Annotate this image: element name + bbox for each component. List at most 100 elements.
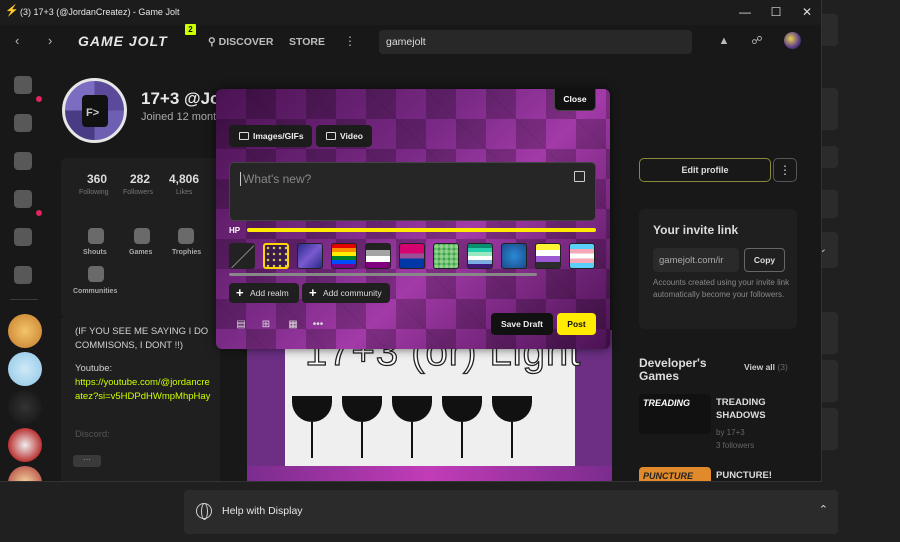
- community-avatar[interactable]: [8, 428, 42, 462]
- community-avatar[interactable]: [8, 314, 42, 348]
- user-avatar-menu[interactable]: [784, 32, 801, 49]
- view-all-link[interactable]: View all (3): [744, 362, 788, 372]
- background-nonbinary-swatch[interactable]: [535, 243, 561, 269]
- background-galaxy-swatch[interactable]: [297, 243, 323, 269]
- plus-icon: +: [236, 285, 244, 300]
- minimize-button[interactable]: —: [730, 2, 760, 22]
- background-card: [822, 190, 838, 218]
- notification-dot: [36, 210, 42, 216]
- bio-text: (IF YOU SEE ME SAYING I DO COMMISONS, I …: [75, 326, 209, 351]
- community-avatar[interactable]: [8, 466, 42, 481]
- bell-icon[interactable]: ▲: [717, 34, 731, 48]
- trophies-icon[interactable]: [178, 228, 194, 244]
- background-trans-swatch[interactable]: [569, 243, 595, 269]
- close-modal-button[interactable]: Close: [554, 89, 596, 111]
- top-nav: ‹ › GAME JOLT 2 ⚲ DISCOVER STORE ⋮ gamej…: [0, 24, 821, 59]
- shouts-label[interactable]: Shouts: [83, 249, 107, 256]
- character-leg: [411, 422, 413, 458]
- search-input[interactable]: gamejolt: [379, 30, 692, 54]
- poll-icon[interactable]: ⊞: [259, 318, 273, 332]
- following-count[interactable]: 360: [87, 172, 107, 186]
- chevron-up-icon[interactable]: ⌃: [819, 503, 828, 516]
- forward-button[interactable]: ›: [48, 33, 52, 49]
- image-icon: [239, 132, 249, 140]
- copy-button[interactable]: Copy: [744, 248, 785, 272]
- edit-profile-button[interactable]: Edit profile: [639, 158, 771, 182]
- likes-count[interactable]: 4,806: [169, 172, 199, 186]
- activity-icon[interactable]: [14, 76, 32, 94]
- article-icon[interactable]: ▤: [234, 318, 248, 332]
- background-mlm-swatch[interactable]: [467, 243, 493, 269]
- shouts-icon[interactable]: [88, 228, 104, 244]
- game-title[interactable]: TREADING SHADOWS: [716, 396, 786, 422]
- invite-link-field[interactable]: gamejolt.com/ir: [653, 248, 739, 272]
- logo-notification-badge: 2: [185, 24, 196, 35]
- background-card: [822, 14, 838, 46]
- games-icon[interactable]: [134, 228, 150, 244]
- game-thumbnail[interactable]: PUNCTURE: [639, 467, 711, 481]
- followers-count[interactable]: 282: [130, 172, 150, 186]
- background-card: [822, 146, 838, 168]
- communities-label[interactable]: Communities: [73, 288, 117, 295]
- game-title[interactable]: PUNCTURE!: [716, 469, 772, 481]
- profile-name: 17+3 @Jor: [141, 89, 228, 108]
- images-gifs-button[interactable]: Images/GIFs: [229, 125, 312, 147]
- game-jolt-app-icon: ⚡: [5, 5, 19, 17]
- profile-avatar[interactable]: [62, 78, 127, 143]
- insert-image-icon[interactable]: [574, 171, 585, 182]
- chat-icon[interactable]: [14, 228, 32, 246]
- view-all-label: View all: [744, 362, 776, 372]
- help-with-display-row[interactable]: Help with Display ⌃: [184, 490, 838, 534]
- maximize-button[interactable]: ☐: [761, 2, 791, 22]
- background-pride-swatch[interactable]: [331, 243, 357, 269]
- game-thumbnail-text: TREADING: [643, 398, 690, 408]
- background-stars-swatch[interactable]: [263, 243, 289, 269]
- trophies-label[interactable]: Trophies: [172, 249, 201, 256]
- banner-stripe: [247, 466, 612, 481]
- friends-icon[interactable]: ☍: [750, 34, 764, 48]
- character-leg: [511, 422, 513, 458]
- discord-label: Discord:: [75, 429, 110, 440]
- post-button[interactable]: Post: [557, 313, 596, 335]
- community-avatar[interactable]: [8, 390, 42, 424]
- swatch-scrollbar[interactable]: [229, 273, 537, 276]
- post-text-input[interactable]: What's new?: [229, 162, 596, 221]
- game-author: by 17+3: [716, 428, 745, 437]
- discover-link[interactable]: ⚲ DISCOVER: [208, 36, 273, 48]
- library-icon[interactable]: [14, 266, 32, 284]
- game-thumbnail[interactable]: TREADING: [639, 394, 711, 434]
- background-bi-swatch[interactable]: [399, 243, 425, 269]
- youtube-link[interactable]: https://youtube.com/@jordancreatez?si=v5…: [75, 376, 215, 404]
- store-link[interactable]: STORE: [289, 36, 325, 48]
- schedule-calendar-icon[interactable]: ▦: [286, 318, 300, 332]
- save-draft-button[interactable]: Save Draft: [491, 313, 553, 335]
- youtube-label: Youtube:: [75, 363, 113, 374]
- add-community-button[interactable]: + Add community: [302, 283, 390, 303]
- quests-icon[interactable]: [14, 190, 32, 208]
- background-none-swatch[interactable]: [229, 243, 255, 269]
- game-jolt-logo[interactable]: GAME JOLT: [78, 33, 168, 49]
- back-button[interactable]: ‹: [15, 33, 19, 49]
- inventory-icon[interactable]: [14, 152, 32, 170]
- post-placeholder: What's new?: [240, 172, 311, 186]
- communities-icon[interactable]: [88, 266, 104, 282]
- bio-expand-button[interactable]: ···: [73, 455, 101, 467]
- video-button[interactable]: Video: [316, 125, 372, 147]
- title-bar: ⚡ (3) 17+3 (@JordanCreatez) - Game Jolt …: [0, 0, 821, 25]
- background-green-swatch[interactable]: [433, 243, 459, 269]
- followers-label: Followers: [123, 189, 153, 196]
- avatar-character: [82, 95, 108, 127]
- view-all-count: (3): [777, 362, 788, 372]
- close-window-button[interactable]: ✕: [792, 2, 821, 22]
- background-ace-swatch[interactable]: [365, 243, 391, 269]
- more-options-icon[interactable]: •••: [311, 318, 325, 332]
- game-thumbnail-text: PUNCTURE: [643, 471, 694, 481]
- film-icon: [326, 132, 336, 140]
- more-menu-button[interactable]: ⋮: [344, 34, 356, 48]
- community-avatar[interactable]: [8, 352, 42, 386]
- background-character-swatch[interactable]: [501, 243, 527, 269]
- add-realm-button[interactable]: + Add realm: [229, 283, 299, 303]
- profile-options-button[interactable]: ⋮: [773, 158, 797, 182]
- store-icon[interactable]: [14, 114, 32, 132]
- games-label[interactable]: Games: [129, 249, 152, 256]
